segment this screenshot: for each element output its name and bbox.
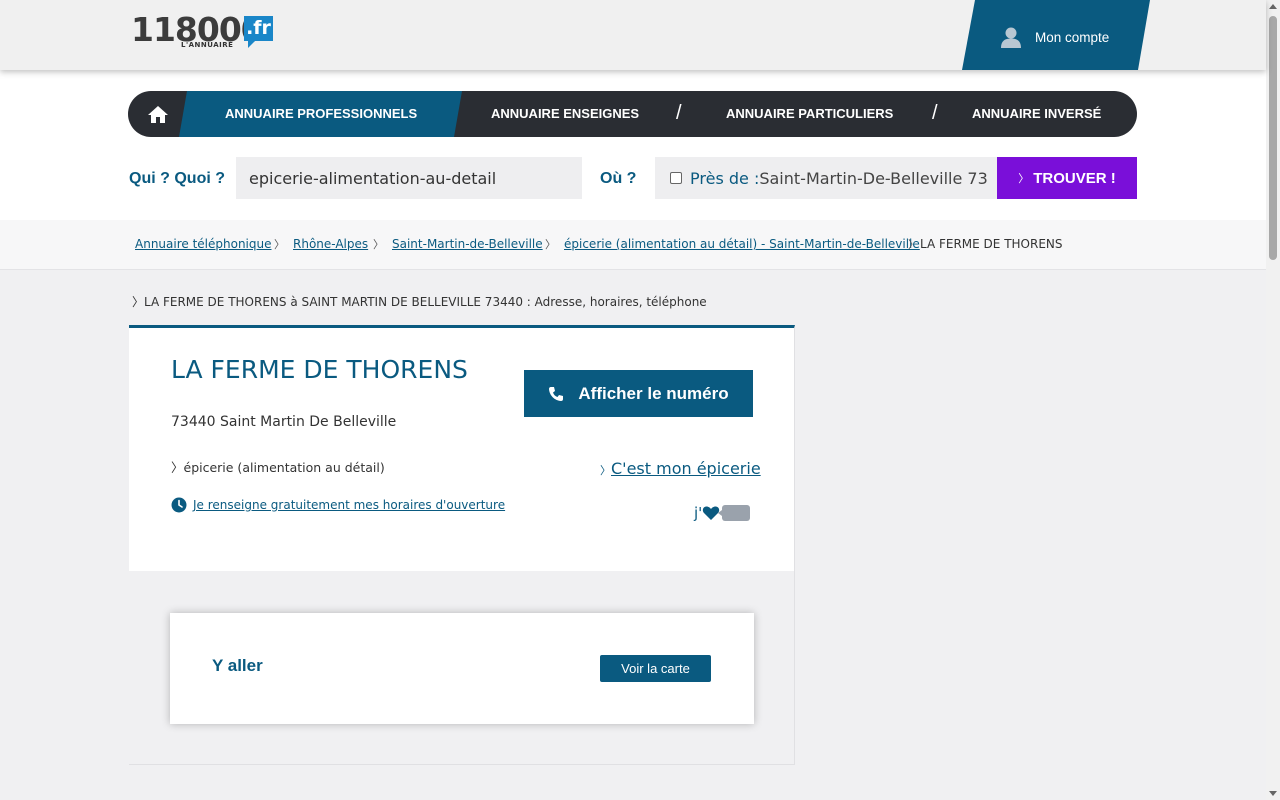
near-label-text: Près de : bbox=[690, 169, 760, 188]
what-label: Qui ? Quoi ? bbox=[129, 170, 225, 188]
breadcrumb-separator: 〉 bbox=[274, 238, 285, 251]
nav-item-inverse[interactable]: ANNUAIRE INVERSÉ bbox=[972, 91, 1101, 137]
breadcrumb-link-annuaire[interactable]: Annuaire téléphonique bbox=[135, 237, 272, 251]
site-header: 118000 .fr L'ANNUAIRE Mon compte bbox=[0, 0, 1266, 70]
hours-row: Je renseigne gratuitement mes horaires d… bbox=[171, 497, 505, 513]
like-label: j' bbox=[694, 504, 703, 522]
show-number-label: Afficher le numéro bbox=[578, 383, 729, 403]
where-field[interactable]: Près de :Saint-Martin-De-Belleville 73 bbox=[655, 157, 997, 199]
scroll-down-icon[interactable] bbox=[1269, 791, 1277, 796]
breadcrumb-link-category[interactable]: épicerie (alimentation au détail) - Sain… bbox=[564, 237, 920, 251]
claim-link[interactable]: C'est mon épicerie bbox=[611, 459, 761, 478]
business-info: LA FERME DE THORENS 73440 Saint Martin D… bbox=[129, 328, 794, 571]
scroll-up-icon[interactable] bbox=[1269, 4, 1277, 9]
claim-business[interactable]: 〉C'est mon épicerie bbox=[600, 459, 761, 478]
breadcrumb-link-region[interactable]: Rhône-Alpes bbox=[293, 237, 368, 251]
view-map-button[interactable]: Voir la carte bbox=[600, 655, 711, 682]
main-nav: ANNUAIRE PROFESSIONNELS ANNUAIRE ENSEIGN… bbox=[128, 91, 1137, 137]
account-label: Mon compte bbox=[1035, 30, 1110, 45]
nav-item-enseignes[interactable]: ANNUAIRE ENSEIGNES bbox=[491, 91, 639, 137]
like-count-badge bbox=[718, 505, 751, 521]
business-address: 73440 Saint Martin De Belleville bbox=[171, 414, 397, 430]
show-number-button[interactable]: Afficher le numéro bbox=[524, 370, 753, 417]
scrollbar[interactable] bbox=[1266, 0, 1280, 800]
what-input[interactable] bbox=[236, 157, 582, 199]
near-label: Près de :Saint-Martin-De-Belleville 73 bbox=[690, 169, 988, 188]
claim-prefix: 〉 bbox=[600, 464, 611, 477]
business-category[interactable]: 〉épicerie (alimentation au détail) bbox=[171, 457, 385, 476]
home-button[interactable] bbox=[128, 91, 188, 137]
breadcrumb-separator: 〉 bbox=[545, 238, 556, 251]
what-label-qui: Qui ? bbox=[129, 170, 170, 187]
like-button[interactable]: j' bbox=[694, 504, 751, 522]
logo-tld: .fr bbox=[244, 16, 273, 48]
where-label: Où ? bbox=[600, 170, 637, 187]
find-button[interactable]: 〉 TROUVER ! bbox=[997, 157, 1137, 199]
page-heading: 〉LA FERME DE THORENS à SAINT MARTIN DE B… bbox=[132, 295, 707, 309]
directions-title: Y aller bbox=[212, 656, 263, 675]
user-icon bbox=[1001, 27, 1021, 48]
nav-separator: / bbox=[676, 102, 682, 124]
phone-icon bbox=[549, 386, 564, 401]
what-label-quoi: Quoi ? bbox=[174, 170, 225, 187]
directions-box: Y aller Voir la carte bbox=[170, 613, 754, 724]
business-name: LA FERME DE THORENS bbox=[171, 355, 468, 384]
near-value: Saint-Martin-De-Belleville 73 bbox=[759, 169, 988, 188]
breadcrumb: Annuaire téléphonique 〉 Rhône-Alpes 〉 Sa… bbox=[0, 220, 1266, 270]
account-button[interactable]: Mon compte bbox=[962, 0, 1150, 70]
nav-item-professionnels[interactable]: ANNUAIRE PROFESSIONNELS bbox=[225, 91, 417, 137]
logo-subtitle: L'ANNUAIRE bbox=[181, 41, 234, 49]
find-button-label: TROUVER ! bbox=[1033, 169, 1116, 187]
hours-link[interactable]: Je renseigne gratuitement mes horaires d… bbox=[193, 498, 505, 512]
scroll-thumb[interactable] bbox=[1269, 16, 1277, 260]
nav-separator: / bbox=[932, 102, 938, 124]
breadcrumb-current: LA FERME DE THORENS bbox=[920, 237, 1063, 251]
nav-item-particuliers[interactable]: ANNUAIRE PARTICULIERS bbox=[726, 91, 893, 137]
home-icon bbox=[148, 105, 168, 123]
clock-icon bbox=[171, 497, 187, 513]
breadcrumb-separator: 〉 bbox=[373, 238, 384, 251]
breadcrumb-link-city[interactable]: Saint-Martin-de-Belleville bbox=[392, 237, 543, 251]
business-card: LA FERME DE THORENS 73440 Saint Martin D… bbox=[129, 325, 795, 765]
breadcrumb-separator: 〉 bbox=[908, 238, 919, 251]
find-prefix: 〉 bbox=[1018, 173, 1030, 185]
near-checkbox[interactable] bbox=[670, 172, 682, 184]
